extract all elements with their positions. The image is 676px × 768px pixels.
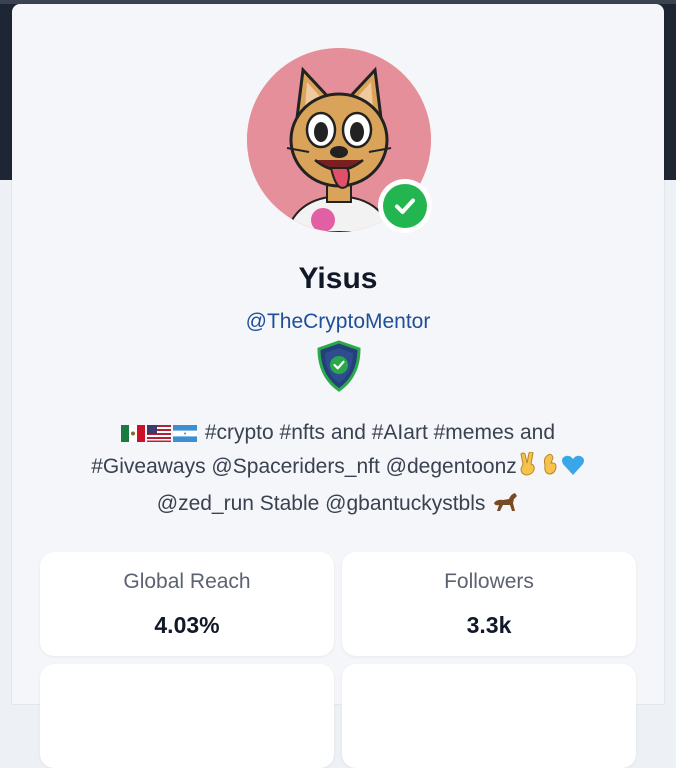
horse-icon	[491, 490, 519, 524]
bio-line-3: @zed_run Stable @gbantuckystbls	[56, 487, 620, 524]
verified-badge	[378, 179, 432, 233]
avatar-container	[247, 48, 432, 233]
bio-line-2-text: #Giveaways @Spaceriders_nft @degentoonz	[91, 455, 517, 478]
mexico-flag-icon	[120, 425, 145, 442]
victory-hand-icon	[517, 451, 539, 487]
stat-label: Global Reach	[123, 570, 251, 593]
stat-value: 3.3k	[466, 612, 512, 638]
bio-line-3-text: @zed_run Stable @gbantuckystbls	[156, 492, 486, 515]
bio-line-1: #crypto #nfts and #AIart #memes and	[56, 416, 620, 450]
profile-name: Yisus	[298, 262, 378, 295]
crossed-fingers-icon	[539, 452, 561, 487]
bio-line-2: #Giveaways @Spaceriders_nft @degentoonz	[56, 450, 620, 487]
stat-value: 4.03%	[154, 612, 220, 638]
profile-handle-link[interactable]: @TheCryptoMentor	[0, 310, 676, 334]
honduras-flag-icon	[172, 425, 197, 442]
stat-card-followers: Followers 3.3k	[342, 552, 636, 656]
stat-label: Followers	[444, 570, 534, 593]
profile-bio: #crypto #nfts and #AIart #memes and #Giv…	[56, 416, 620, 524]
usa-flag-icon	[146, 425, 171, 442]
stat-card-global-reach: Global Reach 4.03%	[40, 552, 334, 656]
shield-badge-icon	[315, 340, 363, 392]
blue-heart-icon	[561, 453, 585, 487]
bio-line-1-text: #crypto #nfts and #AIart #memes and	[204, 421, 556, 444]
checkmark-icon	[383, 184, 427, 228]
